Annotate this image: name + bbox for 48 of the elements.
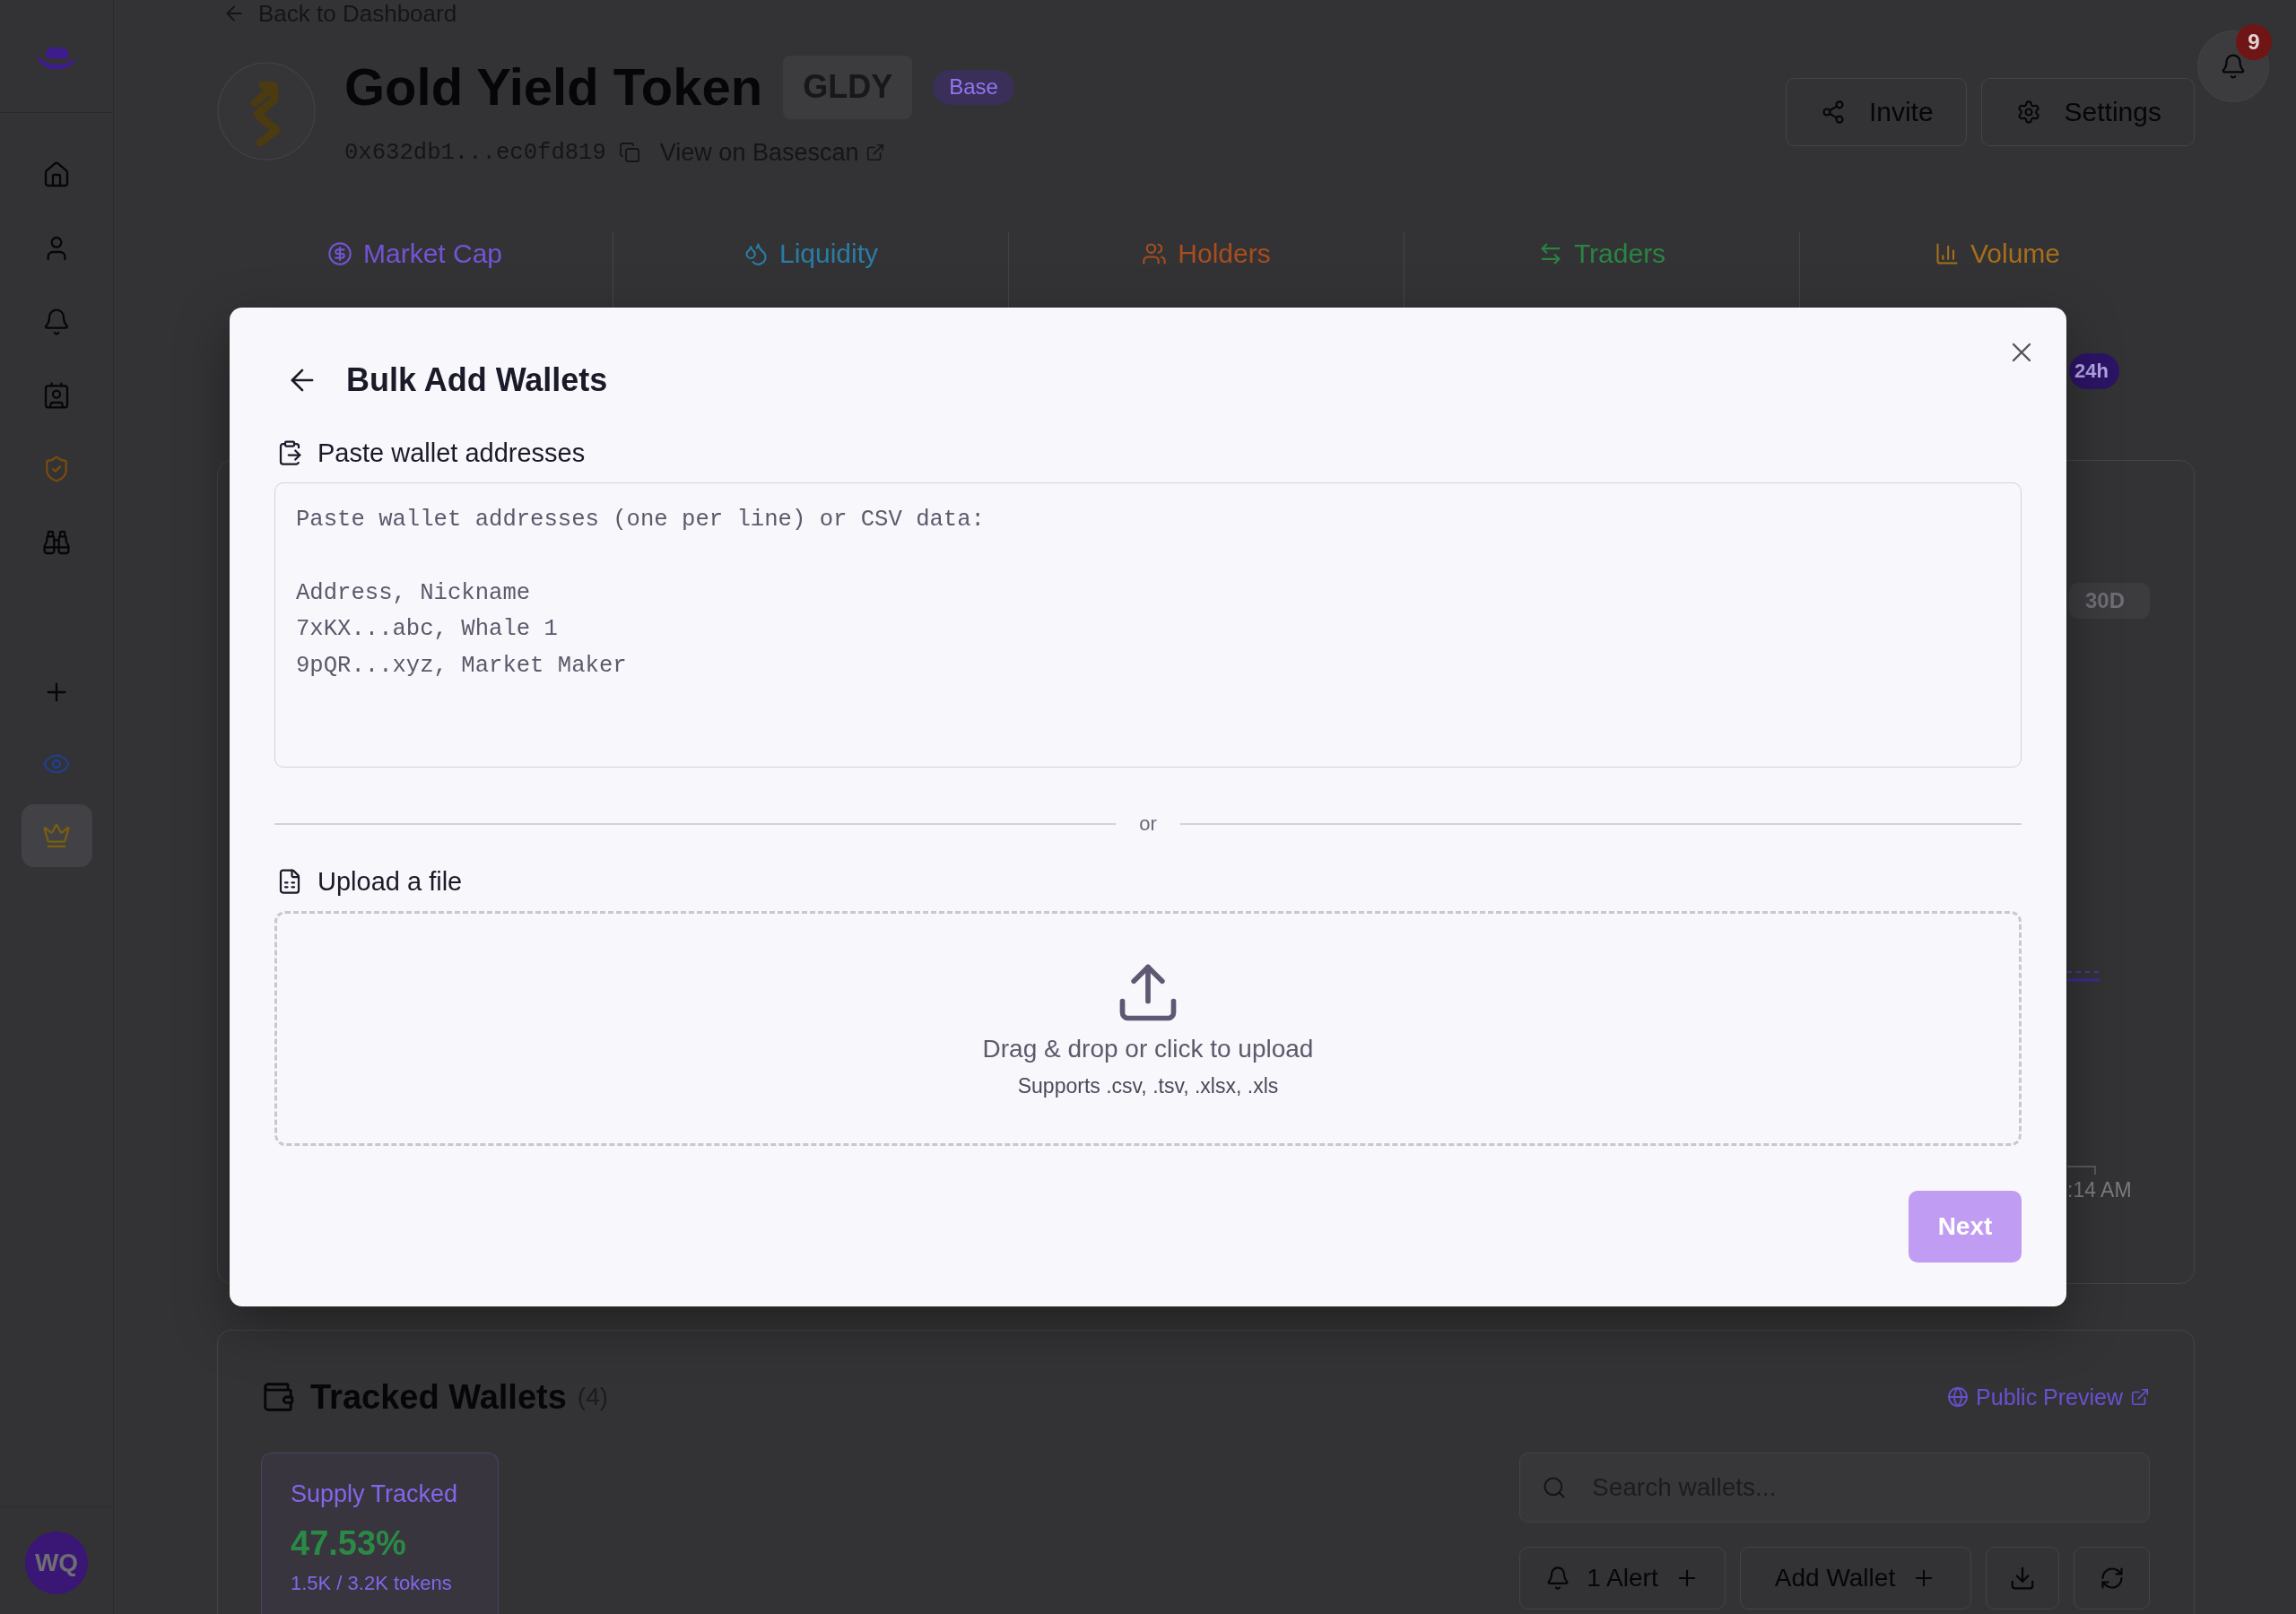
notification-badge: 9	[2236, 24, 2272, 60]
token-logo-icon	[217, 62, 316, 161]
external-link-icon	[2130, 1387, 2150, 1407]
period-tab[interactable]: 24h	[2069, 353, 2119, 389]
bell-icon	[42, 308, 71, 336]
contact-card-icon	[42, 381, 71, 410]
stat-label: Market Cap	[362, 240, 503, 267]
bar-chart-icon	[1934, 241, 1960, 266]
download-icon	[2009, 1565, 2036, 1592]
public-preview-link[interactable]: Public Preview	[1947, 1384, 2150, 1410]
supply-detail: 1.5K / 3.2K tokens	[291, 1571, 453, 1596]
wallet-addresses-field[interactable]: Paste wallet addresses (one per line) or CSV data: Address, Nickname 7xKX...abc, Whale 1 9pQR...xyz, Market Maker	[274, 482, 2022, 768]
dollar-coin-icon	[326, 241, 352, 266]
chain-badge: Base	[933, 69, 1014, 105]
bell-icon	[1545, 1566, 1571, 1591]
refresh-icon	[2099, 1566, 2125, 1591]
user-avatar[interactable]: WQ	[25, 1532, 88, 1594]
supply-label: Supply Tracked	[291, 1480, 459, 1509]
modal-title: Bulk Add Wallets	[346, 360, 608, 400]
axis-tick-drawing	[2067, 1166, 2096, 1175]
field-label: Paste wallet addresses	[317, 438, 586, 468]
home-icon	[42, 161, 71, 189]
globe-icon	[1947, 1386, 1970, 1408]
stat-label: Holders	[1178, 240, 1271, 267]
divider-label: or	[1139, 813, 1157, 835]
axis-label: :14 AM	[2067, 1177, 2132, 1202]
crown-icon	[42, 821, 71, 850]
binoculars-icon	[42, 528, 71, 557]
supply-value: 47.53%	[291, 1523, 407, 1563]
settings-icon	[2015, 100, 2041, 125]
wallet-icon	[261, 1380, 295, 1414]
sidebar-item[interactable]	[21, 804, 92, 867]
droplets-icon	[743, 241, 769, 266]
download-button[interactable]	[1986, 1547, 2059, 1610]
refresh-button[interactable]	[2074, 1547, 2150, 1610]
stat-label: Liquidity	[778, 240, 879, 267]
stat-label: Volume	[1970, 240, 2061, 267]
search-icon	[1542, 1475, 1567, 1500]
users-icon	[1142, 241, 1168, 266]
dropzone-prompt: Drag & drop or click to upload	[982, 1034, 1314, 1064]
stat-label: Traders	[1573, 240, 1666, 267]
field-label: Upload a file	[317, 866, 463, 897]
copy-icon[interactable]	[618, 142, 640, 163]
bell-icon	[2220, 53, 2247, 80]
external-link-icon	[865, 143, 886, 162]
chart-line-drawing	[2067, 970, 2100, 983]
file-dropzone[interactable]: Drag & drop or click to upload Supports .csv, .tsv, .xlsx, .xls	[274, 911, 2022, 1146]
supported-formats: Supports .csv, .tsv, .xlsx, .xls	[1017, 1073, 1279, 1098]
